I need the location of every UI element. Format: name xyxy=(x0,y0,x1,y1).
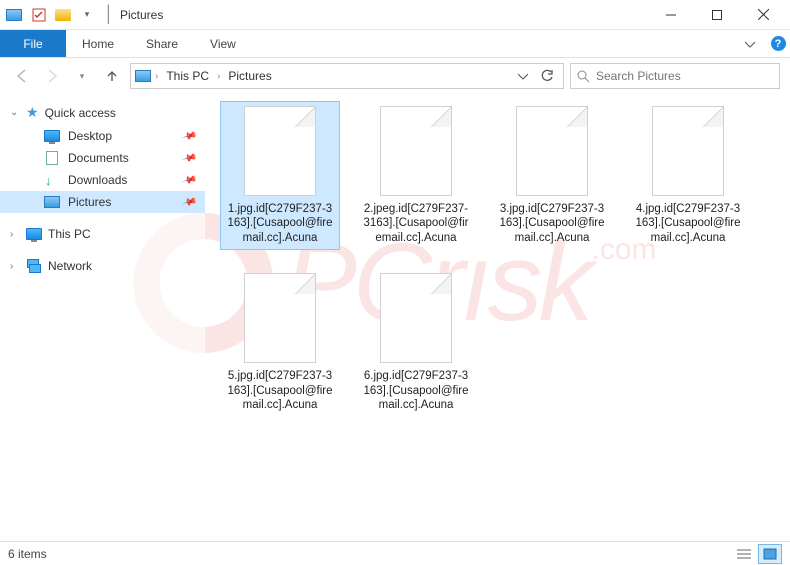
file-item[interactable]: 6.jpg.id[C279F237-3163].[Cusapool@firema… xyxy=(357,269,475,416)
sidebar-item-label: Documents xyxy=(68,151,129,165)
sidebar-item-label: Pictures xyxy=(68,195,111,209)
pic-icon xyxy=(44,195,60,209)
file-item[interactable]: 2.jpeg.id[C279F237-3163].[Cusapool@firem… xyxy=(357,102,475,249)
title-separator: │ xyxy=(104,6,114,24)
sidebar-label: Quick access xyxy=(45,106,116,120)
ribbon-file-tab[interactable]: File xyxy=(0,30,66,57)
file-name: 5.jpg.id[C279F237-3163].[Cusapool@firema… xyxy=(225,369,335,412)
ribbon-tab-view[interactable]: View xyxy=(194,30,252,57)
address-bar[interactable]: › This PC › Pictures xyxy=(130,63,564,89)
ribbon-tab-home[interactable]: Home xyxy=(66,30,130,57)
file-name: 1.jpg.id[C279F237-3163].[Cusapool@firema… xyxy=(225,202,335,245)
desktop-icon xyxy=(44,129,60,143)
help-button[interactable]: ? xyxy=(766,30,790,57)
qat-properties[interactable] xyxy=(28,4,50,26)
sidebar-label: This PC xyxy=(48,227,91,241)
file-name: 3.jpg.id[C279F237-3163].[Cusapool@firema… xyxy=(497,202,607,245)
status-bar: 6 items xyxy=(0,541,790,565)
sidebar-label: Network xyxy=(48,259,92,273)
nav-forward-button[interactable] xyxy=(40,64,64,88)
view-details-button[interactable] xyxy=(732,544,756,564)
search-box[interactable] xyxy=(570,63,780,89)
chevron-right-icon[interactable]: › xyxy=(155,71,158,82)
sidebar-item-pictures[interactable]: Pictures 📌 xyxy=(0,191,205,213)
monitor-icon xyxy=(26,227,42,241)
breadcrumb-pictures[interactable]: Pictures xyxy=(224,69,275,83)
chevron-down-icon: ⌄ xyxy=(10,107,18,118)
sidebar-this-pc[interactable]: › This PC xyxy=(0,223,205,245)
nav-back-button[interactable] xyxy=(10,64,34,88)
nav-recent-dropdown[interactable]: ▾ xyxy=(70,64,94,88)
address-icon xyxy=(135,69,151,83)
dl-icon xyxy=(44,173,60,187)
file-thumbnail-icon xyxy=(244,106,316,196)
file-item[interactable]: 1.jpg.id[C279F237-3163].[Cusapool@firema… xyxy=(221,102,339,249)
navigation-pane: ⌄ ★ Quick access Desktop📌Documents📌Downl… xyxy=(0,94,205,541)
ribbon-expand-button[interactable] xyxy=(734,30,766,57)
pin-icon: 📌 xyxy=(181,150,197,166)
search-input[interactable] xyxy=(596,69,773,83)
sidebar-item-documents[interactable]: Documents 📌 xyxy=(0,147,205,169)
pin-icon: 📌 xyxy=(181,172,197,188)
file-item[interactable]: 5.jpg.id[C279F237-3163].[Cusapool@firema… xyxy=(221,269,339,416)
minimize-button[interactable] xyxy=(648,0,694,30)
chevron-right-icon[interactable]: › xyxy=(217,71,220,82)
sidebar-item-desktop[interactable]: Desktop 📌 xyxy=(0,125,205,147)
file-name: 4.jpg.id[C279F237-3163].[Cusapool@firema… xyxy=(633,202,743,245)
content-area[interactable]: 1.jpg.id[C279F237-3163].[Cusapool@firema… xyxy=(205,94,790,541)
file-grid: 1.jpg.id[C279F237-3163].[Cusapool@firema… xyxy=(221,102,774,416)
breadcrumb-this-pc[interactable]: This PC xyxy=(162,69,213,83)
sidebar-network[interactable]: › Network xyxy=(0,255,205,277)
sidebar-item-label: Desktop xyxy=(68,129,112,143)
app-icon xyxy=(6,8,22,22)
pin-icon: 📌 xyxy=(181,194,197,210)
sidebar-quick-access[interactable]: ⌄ ★ Quick access xyxy=(0,100,205,125)
star-icon: ★ xyxy=(26,104,39,121)
status-item-count: 6 items xyxy=(8,547,47,561)
file-thumbnail-icon xyxy=(380,273,452,363)
doc-icon xyxy=(44,151,60,165)
file-name: 6.jpg.id[C279F237-3163].[Cusapool@firema… xyxy=(361,369,471,412)
refresh-button[interactable] xyxy=(535,64,559,88)
sidebar-item-downloads[interactable]: Downloads 📌 xyxy=(0,169,205,191)
maximize-button[interactable] xyxy=(694,0,740,30)
ribbon-tab-share[interactable]: Share xyxy=(130,30,194,57)
pin-icon: 📌 xyxy=(181,128,197,144)
sidebar-item-label: Downloads xyxy=(68,173,127,187)
search-icon xyxy=(577,70,590,83)
help-icon: ? xyxy=(771,36,786,51)
file-thumbnail-icon xyxy=(380,106,452,196)
file-thumbnail-icon xyxy=(244,273,316,363)
file-name: 2.jpeg.id[C279F237-3163].[Cusapool@firem… xyxy=(361,202,471,245)
nav-bar: ▾ › This PC › Pictures xyxy=(0,58,790,94)
ribbon: File Home Share View ? xyxy=(0,30,790,58)
chevron-right-icon: › xyxy=(10,229,13,240)
nav-up-button[interactable] xyxy=(100,64,124,88)
file-thumbnail-icon xyxy=(652,106,724,196)
chevron-right-icon: › xyxy=(10,261,13,272)
title-bar: ▾ │ Pictures xyxy=(0,0,790,30)
view-large-icons-button[interactable] xyxy=(758,544,782,564)
address-history-dropdown[interactable] xyxy=(511,64,535,88)
window-title: Pictures xyxy=(120,8,163,22)
file-thumbnail-icon xyxy=(516,106,588,196)
qat-dropdown[interactable]: ▾ xyxy=(76,4,98,26)
quick-access-toolbar: ▾ xyxy=(28,4,98,26)
qat-new-folder[interactable] xyxy=(52,4,74,26)
file-item[interactable]: 3.jpg.id[C279F237-3163].[Cusapool@firema… xyxy=(493,102,611,249)
close-button[interactable] xyxy=(740,0,786,30)
network-icon xyxy=(26,259,42,273)
file-item[interactable]: 4.jpg.id[C279F237-3163].[Cusapool@firema… xyxy=(629,102,747,249)
